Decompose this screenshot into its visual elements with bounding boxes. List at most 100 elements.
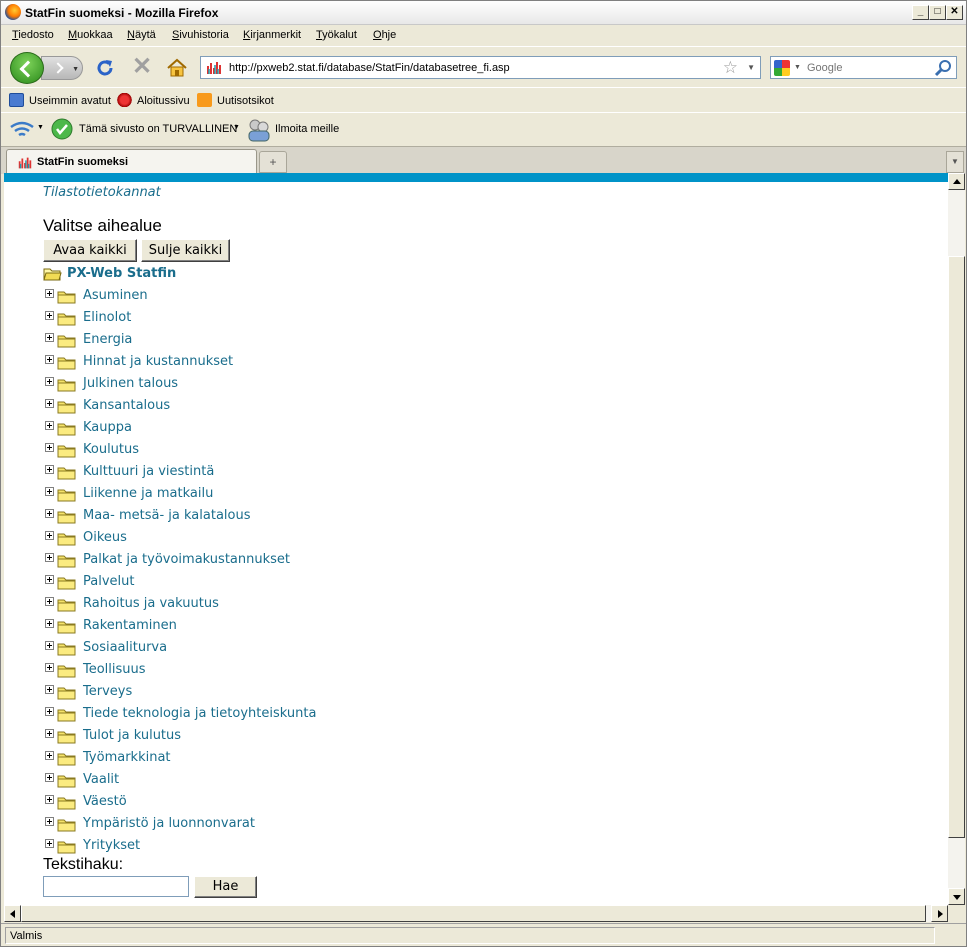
bookmark-most-visited[interactable]: Useimmin avatut bbox=[9, 93, 111, 107]
scroll-left-button[interactable] bbox=[4, 905, 21, 922]
tab-list-button[interactable]: ▼ bbox=[946, 151, 964, 173]
tree-item[interactable]: Tiede teknologia ja tietoyhteiskunta bbox=[43, 705, 443, 725]
tree-item[interactable]: Rahoitus ja vakuutus bbox=[43, 595, 443, 615]
tree-item-label[interactable]: Tiede teknologia ja tietoyhteiskunta bbox=[83, 706, 316, 721]
tree-item-label[interactable]: Oikeus bbox=[83, 530, 127, 545]
maximize-button[interactable]: □ bbox=[929, 5, 946, 20]
tree-item[interactable]: Koulutus bbox=[43, 441, 443, 461]
tree-item[interactable]: Vaalit bbox=[43, 771, 443, 791]
url-input[interactable] bbox=[229, 60, 709, 76]
tree-item[interactable]: Liikenne ja matkailu bbox=[43, 485, 443, 505]
engine-dropdown-icon[interactable]: ▼ bbox=[794, 64, 801, 71]
expand-icon[interactable] bbox=[45, 619, 54, 628]
tree-item[interactable]: Rakentaminen bbox=[43, 617, 443, 637]
tree-item[interactable]: Oikeus bbox=[43, 529, 443, 549]
close-all-button[interactable]: Sulje kaikki bbox=[141, 239, 230, 262]
tree-item[interactable]: Hinnat ja kustannukset bbox=[43, 353, 443, 373]
tree-item[interactable]: Elinolot bbox=[43, 309, 443, 329]
wifi-icon[interactable] bbox=[9, 119, 35, 141]
menu-ohje[interactable]: Ohje bbox=[373, 29, 396, 41]
expand-icon[interactable] bbox=[45, 839, 54, 848]
expand-icon[interactable] bbox=[45, 289, 54, 298]
tree-item-label[interactable]: Vaalit bbox=[83, 772, 119, 787]
tree-item-label[interactable]: Hinnat ja kustannukset bbox=[83, 354, 233, 369]
report-label[interactable]: Ilmoita meille bbox=[275, 123, 339, 135]
horizontal-scroll-thumb[interactable] bbox=[21, 905, 926, 922]
tree-item-label[interactable]: Ympäristö ja luonnonvarat bbox=[83, 816, 255, 831]
tree-item[interactable]: Yritykset bbox=[43, 837, 443, 857]
expand-icon[interactable] bbox=[45, 487, 54, 496]
tree-item[interactable]: Palkat ja työvoimakustannukset bbox=[43, 551, 443, 571]
expand-icon[interactable] bbox=[45, 399, 54, 408]
bookmark-homepage[interactable]: Aloitussivu bbox=[117, 93, 190, 107]
tree-item[interactable]: Asuminen bbox=[43, 287, 443, 307]
tree-item[interactable]: Terveys bbox=[43, 683, 443, 703]
search-icon[interactable] bbox=[934, 59, 952, 77]
tree-item[interactable]: Kauppa bbox=[43, 419, 443, 439]
menu-tiedosto[interactable]: Tiedosto bbox=[12, 29, 54, 41]
expand-icon[interactable] bbox=[45, 641, 54, 650]
expand-icon[interactable] bbox=[45, 597, 54, 606]
vertical-scrollbar[interactable] bbox=[948, 173, 965, 905]
expand-icon[interactable] bbox=[45, 795, 54, 804]
expand-icon[interactable] bbox=[45, 729, 54, 738]
expand-icon[interactable] bbox=[45, 443, 54, 452]
tree-item-label[interactable]: Väestö bbox=[83, 794, 127, 809]
expand-icon[interactable] bbox=[45, 773, 54, 782]
expand-icon[interactable] bbox=[45, 707, 54, 716]
tree-item-label[interactable]: Sosiaaliturva bbox=[83, 640, 167, 655]
expand-icon[interactable] bbox=[45, 751, 54, 760]
expand-icon[interactable] bbox=[45, 465, 54, 474]
horizontal-scrollbar[interactable] bbox=[4, 905, 948, 922]
home-icon[interactable] bbox=[166, 57, 188, 79]
google-engine-icon[interactable] bbox=[774, 60, 790, 76]
tree-item-label[interactable]: Palkat ja työvoimakustannukset bbox=[83, 552, 290, 567]
scroll-right-button[interactable] bbox=[931, 905, 948, 922]
close-button[interactable]: ✕ bbox=[946, 5, 963, 20]
expand-icon[interactable] bbox=[45, 553, 54, 562]
safe-dropdown-icon[interactable]: ▼ bbox=[233, 124, 240, 131]
report-people-icon[interactable] bbox=[247, 117, 271, 143]
history-dropdown-icon[interactable]: ▼ bbox=[72, 66, 79, 73]
tree-item[interactable]: Tulot ja kulutus bbox=[43, 727, 443, 747]
expand-icon[interactable] bbox=[45, 421, 54, 430]
open-all-button[interactable]: Avaa kaikki bbox=[43, 239, 137, 262]
tree-item[interactable]: Kansantalous bbox=[43, 397, 443, 417]
safe-site-label[interactable]: Tämä sivusto on TURVALLINEN bbox=[79, 123, 237, 135]
expand-icon[interactable] bbox=[45, 355, 54, 364]
tree-item-label[interactable]: Koulutus bbox=[83, 442, 139, 457]
minimize-button[interactable]: _ bbox=[912, 5, 929, 20]
tree-item-label[interactable]: Tulot ja kulutus bbox=[83, 728, 181, 743]
scroll-up-button[interactable] bbox=[948, 173, 965, 190]
bookmark-rss-feeds[interactable]: Uutisotsikot bbox=[197, 93, 274, 107]
tree-item[interactable]: Väestö bbox=[43, 793, 443, 813]
expand-icon[interactable] bbox=[45, 663, 54, 672]
menu-muokkaa[interactable]: Muokkaa bbox=[68, 29, 113, 41]
reload-icon[interactable] bbox=[95, 58, 115, 78]
expand-icon[interactable] bbox=[45, 311, 54, 320]
expand-icon[interactable] bbox=[45, 685, 54, 694]
tree-item-label[interactable]: Kauppa bbox=[83, 420, 132, 435]
tree-item[interactable]: Energia bbox=[43, 331, 443, 351]
expand-icon[interactable] bbox=[45, 509, 54, 518]
search-input[interactable] bbox=[807, 60, 931, 76]
tab-statfin[interactable]: StatFin suomeksi bbox=[6, 149, 257, 175]
new-tab-button[interactable]: + bbox=[259, 151, 287, 173]
tree-item-label[interactable]: Kansantalous bbox=[83, 398, 170, 413]
stop-icon[interactable]: ✕ bbox=[131, 55, 153, 79]
tree-item[interactable]: Teollisuus bbox=[43, 661, 443, 681]
tree-item-label[interactable]: Yritykset bbox=[83, 838, 140, 853]
tree-item[interactable]: Ympäristö ja luonnonvarat bbox=[43, 815, 443, 835]
tree-item-label[interactable]: Asuminen bbox=[83, 288, 148, 303]
tree-item-label[interactable]: Julkinen talous bbox=[83, 376, 178, 391]
url-dropdown-icon[interactable]: ▼ bbox=[747, 63, 755, 72]
tree-item-label[interactable]: Palvelut bbox=[83, 574, 134, 589]
tree-item-label[interactable]: Työmarkkinat bbox=[83, 750, 171, 765]
tree-item-label[interactable]: Teollisuus bbox=[83, 662, 146, 677]
search-bar[interactable]: ▼ bbox=[770, 56, 957, 79]
tree-item[interactable]: Kulttuuri ja viestintä bbox=[43, 463, 443, 483]
menu-tyokalut[interactable]: Työkalut bbox=[316, 29, 357, 41]
back-button[interactable] bbox=[10, 52, 44, 84]
breadcrumb[interactable]: Tilastotietokannat bbox=[43, 185, 161, 200]
scroll-down-button[interactable] bbox=[948, 888, 965, 905]
